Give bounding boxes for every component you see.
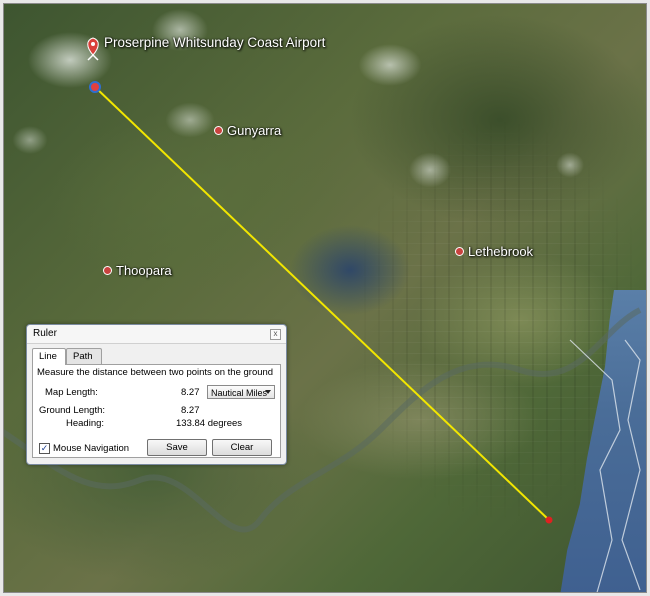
ruler-panel: Measure the distance between two points …	[32, 364, 281, 458]
clear-button[interactable]: Clear	[212, 439, 272, 456]
map-overlay	[0, 37, 642, 596]
airport-label[interactable]: Proserpine Whitsunday Coast Airport	[104, 35, 325, 50]
airport-pin-icon[interactable]	[87, 37, 99, 61]
measure-end-point[interactable]	[545, 516, 553, 524]
heading-value: 133.84 degrees	[176, 418, 243, 429]
place-lethebrook[interactable]: Lethebrook	[455, 244, 533, 259]
mouse-navigation-label: Mouse Navigation	[53, 443, 130, 454]
place-marker-icon	[455, 247, 464, 257]
place-label: Lethebrook	[468, 244, 534, 259]
chevron-down-icon	[265, 390, 271, 394]
mouse-navigation-checkbox[interactable]: ✓	[39, 443, 50, 454]
place-marker-icon	[214, 126, 223, 136]
tab-path[interactable]: Path	[66, 348, 102, 364]
ruler-title: Ruler	[27, 325, 286, 344]
close-icon[interactable]: x	[270, 329, 281, 340]
ruler-dialog: Ruler x Line Path Measure the distance b…	[26, 324, 287, 465]
satellite-map[interactable]: Proserpine Whitsunday Coast Airport Guny…	[0, 0, 650, 596]
place-label: Gunyarra	[227, 123, 282, 138]
ground-length-value: 8.27	[181, 405, 200, 416]
tab-line[interactable]: Line	[32, 348, 66, 365]
map-length-label: Map Length:	[45, 387, 98, 398]
place-label: Thoopara	[116, 263, 172, 278]
unit-select-value: Nautical Miles	[211, 388, 268, 398]
place-thoopara[interactable]: Thoopara	[103, 263, 172, 278]
instruction-text: Measure the distance between two points …	[37, 367, 274, 378]
place-gunyarra[interactable]: Gunyarra	[214, 123, 281, 138]
coast-border	[621, 339, 641, 591]
save-button[interactable]: Save	[147, 439, 207, 456]
coast-border	[569, 339, 621, 596]
ground-length-label: Ground Length:	[39, 405, 106, 416]
measure-start-point[interactable]	[89, 81, 101, 93]
heading-label: Heading:	[66, 418, 105, 429]
map-length-value: 8.27	[181, 387, 200, 398]
place-marker-icon	[103, 266, 112, 276]
unit-select[interactable]: Nautical Miles	[207, 385, 275, 399]
